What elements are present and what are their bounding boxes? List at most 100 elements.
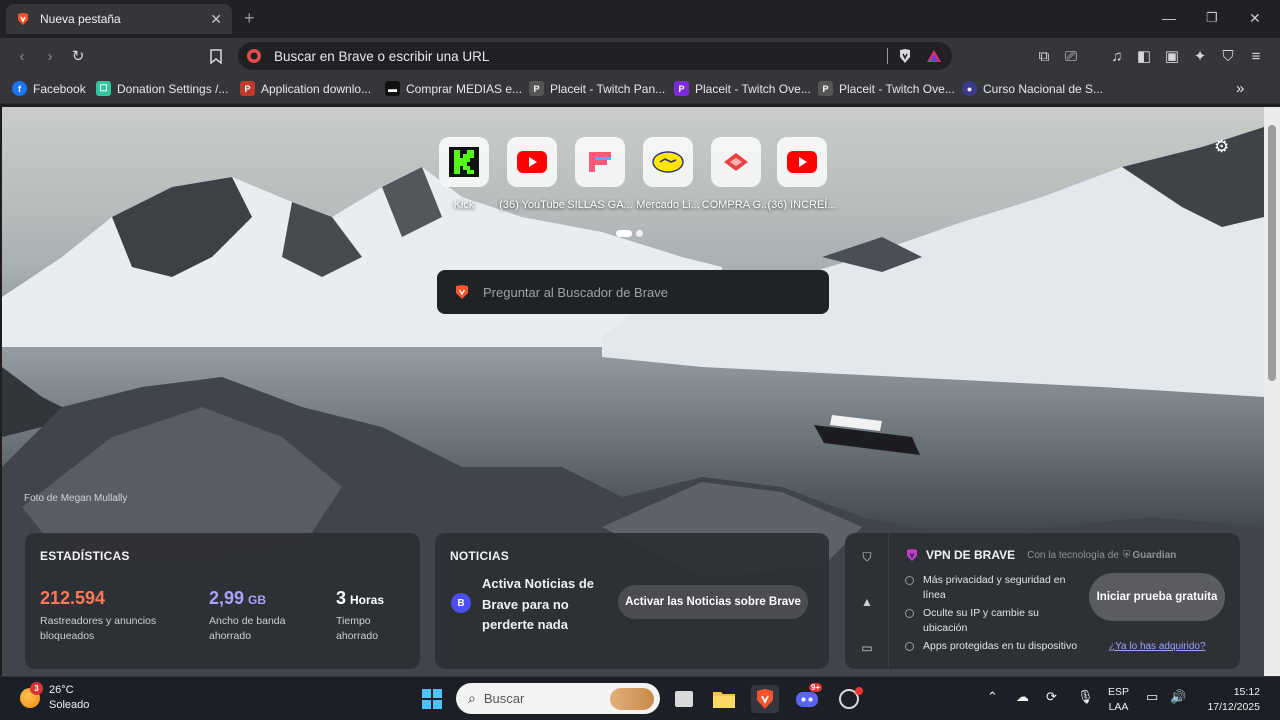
recording-indicator-icon xyxy=(855,687,863,695)
media-icon[interactable]: ♫ xyxy=(1107,46,1127,66)
brave-lion-icon xyxy=(18,13,28,25)
language-indicator[interactable]: ESP LAA xyxy=(1108,685,1129,715)
sync-icon[interactable]: ⟳ xyxy=(1046,689,1057,705)
page-dot-active[interactable] xyxy=(616,230,632,237)
volume-icon[interactable]: 🔊 xyxy=(1170,689,1186,705)
vpn-feature-text: Oculte su IP y cambie su ubicación xyxy=(923,607,1039,634)
top-site-youtube[interactable]: (36) YouTube xyxy=(499,137,565,211)
tab-new-tab[interactable]: Nueva pestaña ✕ xyxy=(6,4,232,34)
top-site-label: (36) INCREÍ... xyxy=(767,199,837,211)
microphone-icon[interactable]: 🎙 xyxy=(1077,689,1094,705)
bookmark-placeit-overlay-2[interactable]: P Placeit - Twitch Ove... xyxy=(818,81,955,96)
show-hidden-icons[interactable]: ⌃ xyxy=(987,689,998,705)
close-tab-icon[interactable]: ✕ xyxy=(210,11,222,28)
reload-button[interactable]: ↻ xyxy=(68,46,88,66)
minimize-button[interactable]: — xyxy=(1162,10,1176,26)
kick-icon xyxy=(439,137,489,187)
start-trial-button[interactable]: Iniciar prueba gratuita xyxy=(1089,573,1225,621)
top-site-compra[interactable]: COMPRA G... xyxy=(702,137,770,211)
system-clock[interactable]: 15:12 17/12/2025 xyxy=(1196,685,1260,715)
reader-mode-icon[interactable]: ⎚ xyxy=(1061,46,1081,66)
stat-bandwidth: 2,99 GB Ancho de banda ahorrado xyxy=(209,588,305,644)
weather-widget[interactable]: 3 26°C Soleado xyxy=(20,682,90,713)
already-purchased-link[interactable]: ¿Ya lo has adquirido? xyxy=(1109,641,1206,652)
back-button[interactable]: ‹ xyxy=(12,46,32,66)
vpn-powered-by: Con la tecnología de xyxy=(1027,549,1119,561)
windows-taskbar: 3 26°C Soleado ⌕ Buscar 9+ ⌃ ☁ ⟳ 🎙 ESP L… xyxy=(0,676,1280,720)
vpn-feature-text: Apps protegidas en tu dispositivo xyxy=(923,640,1078,652)
page-dot[interactable] xyxy=(636,230,643,237)
guardian-icon: ⛨ xyxy=(1122,549,1131,561)
bookmark-curso-nacional[interactable]: ● Curso Nacional de S... xyxy=(962,81,1103,96)
weather-desc: Soleado xyxy=(49,699,90,711)
restore-button[interactable]: ❐ xyxy=(1206,10,1218,26)
placeit-icon: P xyxy=(818,81,833,96)
window-close-button[interactable]: ✕ xyxy=(1249,10,1261,27)
brave-taskbar-button[interactable] xyxy=(751,685,779,713)
bookmark-facebook[interactable]: f Facebook xyxy=(12,81,86,96)
sidebar-toggle-icon[interactable]: ◧ xyxy=(1134,46,1154,66)
bandwidth-value: 2,99 xyxy=(209,588,245,608)
extensions-icon[interactable]: ⧉ xyxy=(1034,46,1054,66)
placeit-icon: P xyxy=(529,81,544,96)
customize-settings-icon[interactable]: ⚙ xyxy=(1214,137,1229,157)
menu-icon[interactable]: ≡ xyxy=(1246,46,1266,66)
bookmark-placeit-panel[interactable]: P Placeit - Twitch Pan... xyxy=(529,81,665,96)
onedrive-icon[interactable]: ☁ xyxy=(1016,689,1029,705)
bookmark-placeit-overlay[interactable]: P Placeit - Twitch Ove... xyxy=(674,81,811,96)
brave-lion-icon xyxy=(456,285,468,299)
file-explorer-button[interactable] xyxy=(710,685,738,713)
mercadolibre-icon xyxy=(643,137,693,187)
news-promo-text: Activa Noticias de Brave para no perdert… xyxy=(482,576,594,632)
vpn-shield-icon xyxy=(907,549,917,561)
bookmark-label: Placeit - Twitch Ove... xyxy=(839,81,955,96)
bookmark-label: Donation Settings /... xyxy=(117,81,229,96)
placeit-purple-icon: P xyxy=(674,81,689,96)
task-view-button[interactable] xyxy=(670,685,698,713)
vpn-feature-text: Más privacidad y seguridad en línea xyxy=(923,574,1066,601)
new-tab-button[interactable]: + xyxy=(244,9,255,27)
page-scrollbar[interactable] xyxy=(1264,107,1280,676)
vpn-widget-icon[interactable]: ⛉ xyxy=(860,550,874,564)
leo-ai-icon[interactable]: ✦ xyxy=(1190,46,1210,66)
clock-time: 15:12 xyxy=(1233,686,1260,698)
rewards-widget-icon[interactable]: ▲ xyxy=(860,595,874,609)
brave-rewards-icon[interactable] xyxy=(926,49,942,63)
start-button[interactable] xyxy=(418,685,446,713)
stats-title: ESTADÍSTICAS xyxy=(40,549,130,563)
obs-button[interactable] xyxy=(835,685,863,713)
top-site-label: Mercado Li... xyxy=(636,199,700,211)
enable-news-button[interactable]: Activar las Noticias sobre Brave xyxy=(618,585,808,619)
brave-search-box[interactable]: Preguntar al Buscador de Brave xyxy=(437,270,829,314)
bookmark-label: Comprar MEDIAS e... xyxy=(406,81,523,96)
navigation-toolbar: ‹ › ↻ Buscar en Brave o escribir una URL… xyxy=(0,38,1280,74)
brave-shields-icon[interactable] xyxy=(898,48,912,64)
youtube-icon xyxy=(777,137,827,187)
bookmark-icon xyxy=(210,48,222,64)
top-site-youtube-2[interactable]: (36) INCREÍ... xyxy=(767,137,837,211)
wallet-icon[interactable]: ▣ xyxy=(1162,46,1182,66)
network-icon[interactable]: ▭ xyxy=(1146,689,1158,705)
forward-button[interactable]: › xyxy=(40,46,60,66)
top-site-kick[interactable]: Kick xyxy=(437,137,491,211)
taskbar-search[interactable]: ⌕ Buscar xyxy=(456,683,660,714)
bookmark-application-download[interactable]: P Application downlo... xyxy=(240,81,371,96)
top-sites-pagination[interactable] xyxy=(616,230,643,237)
scrollbar-thumb[interactable] xyxy=(1268,125,1276,381)
top-site-mercadolibre[interactable]: Mercado Li... xyxy=(636,137,700,211)
discord-button[interactable]: 9+ xyxy=(793,683,823,713)
talk-widget-icon[interactable]: ▭ xyxy=(860,641,874,655)
brave-search-icon xyxy=(247,49,261,63)
top-site-label: COMPRA G... xyxy=(701,199,771,211)
bookmark-comprar-medias[interactable]: ▬ Comprar MEDIAS e... xyxy=(385,81,522,96)
more-bookmarks-icon[interactable]: » xyxy=(1236,80,1244,97)
address-bar[interactable]: Buscar en Brave o escribir una URL xyxy=(238,42,952,70)
vpn-shield-icon[interactable]: ⛉ xyxy=(1218,46,1238,66)
top-site-sillas[interactable]: SILLAS GA... xyxy=(567,137,633,211)
bandwidth-desc: Ancho de banda ahorrado xyxy=(209,615,286,642)
check-icon xyxy=(905,609,914,618)
check-icon xyxy=(905,642,914,651)
bookmark-donation-settings[interactable]: ☐ Donation Settings /... xyxy=(96,81,228,96)
photo-credit[interactable]: Foto de Megan Mullally xyxy=(24,493,127,504)
bookmark-page-button[interactable] xyxy=(206,46,226,66)
